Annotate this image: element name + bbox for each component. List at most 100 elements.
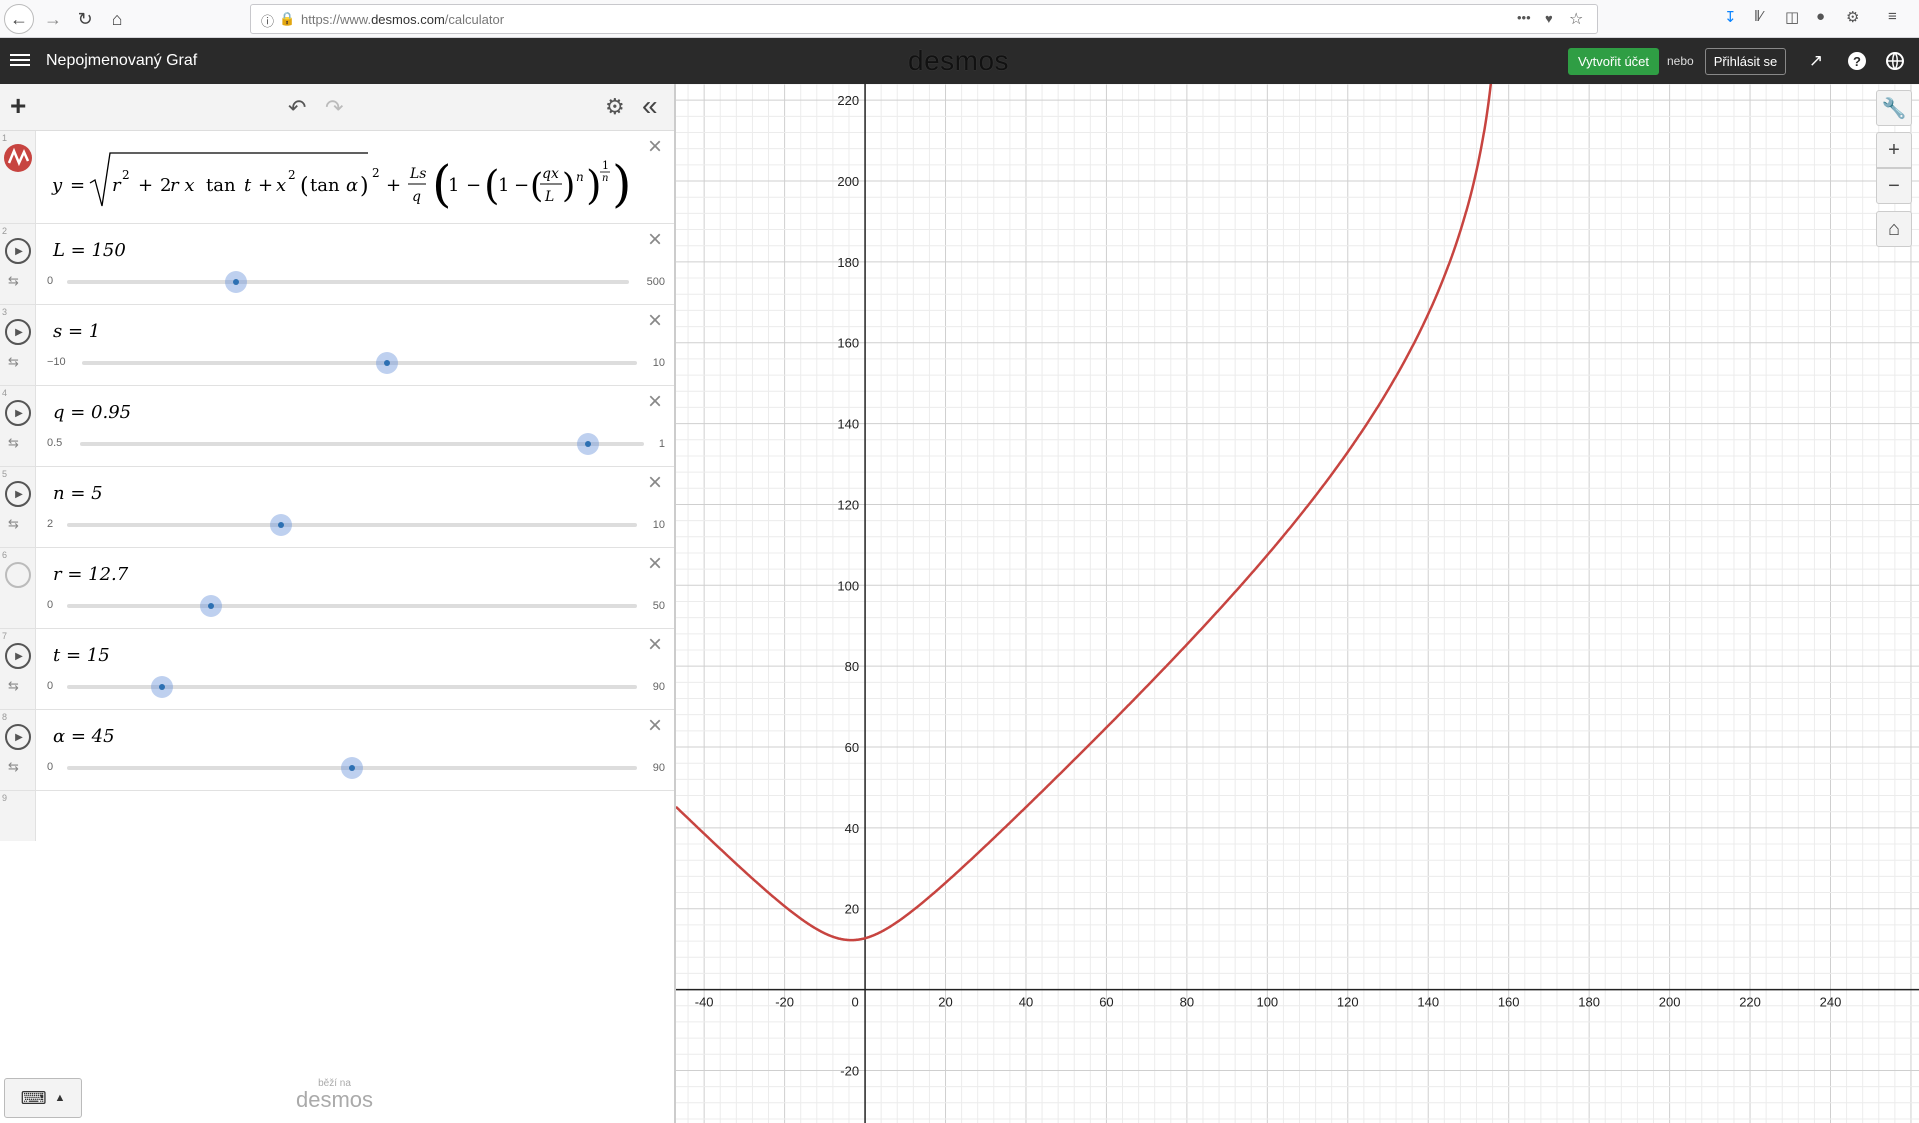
redo-icon[interactable]: ↷ [325,95,343,121]
slider-thumb[interactable] [151,676,173,698]
language-globe-icon[interactable] [1885,51,1905,71]
bookmark-star-icon[interactable]: ☆ [1569,9,1583,29]
slider-track[interactable] [80,442,644,446]
delete-expression-icon[interactable]: × [648,471,662,495]
delete-expression-icon[interactable]: × [648,309,662,333]
keyboard-toggle-button[interactable]: ⌨ ▲ [4,1078,82,1118]
slider-thumb[interactable] [341,757,363,779]
graph-paper[interactable]: -40 -20 0 20 40 60 80 100 120 140 160 180 200 220 240 2… [676,84,1919,1123]
expression-row-empty[interactable]: 9 [0,791,674,841]
info-icon[interactable]: ⓘ [261,11,274,30]
collapse-panel-icon[interactable]: « [642,90,658,122]
slider-track[interactable] [82,361,637,365]
slider-min[interactable]: 0 [47,761,53,773]
share-icon[interactable]: ↗ [1806,51,1826,71]
home-icon[interactable]: ⌂ [102,4,132,34]
powered-by[interactable]: běží na desmos [296,1078,373,1113]
delete-expression-icon[interactable]: × [648,135,662,159]
page-actions-icon[interactable]: ••• [1517,10,1531,25]
slider-thumb[interactable] [270,514,292,536]
slider-expression[interactable]: q = 0.95 [53,402,131,423]
slider-max[interactable]: 10 [625,519,665,531]
slider-expression[interactable]: α = 45 [53,726,115,747]
delete-expression-icon[interactable]: × [648,228,662,252]
settings-gear-icon[interactable]: ⚙ [605,94,625,120]
expression-row-slider-q[interactable]: 4 ▶ ⇆ × q = 0.95 0.5 1 [0,386,674,467]
slider-track[interactable] [67,604,637,608]
hidden-toggle-icon[interactable] [5,562,31,588]
back-arrow-icon[interactable]: ← [4,4,34,34]
slider-min[interactable]: 0 [47,275,53,287]
slider-min[interactable]: 0 [47,599,53,611]
expression-row-slider-r[interactable]: 6 × r = 12.7 0 50 [0,548,674,629]
zoom-out-icon[interactable]: − [1876,168,1912,204]
slider-expression[interactable]: n = 5 [53,483,103,504]
menu-icon[interactable]: ≡ [1888,8,1897,25]
slider-thumb[interactable] [577,433,599,455]
play-icon[interactable]: ▶ [5,319,31,345]
play-icon[interactable]: ▶ [5,481,31,507]
slider-thumb[interactable] [200,595,222,617]
library-icon[interactable]: ‖⁄ [1754,8,1763,25]
slider-thumb[interactable] [376,352,398,374]
slider-max[interactable]: 1 [625,438,665,450]
add-item-button[interactable]: + [10,92,26,120]
undo-icon[interactable]: ↶ [288,95,306,121]
slider-max[interactable]: 90 [625,681,665,693]
slider-max[interactable]: 10 [625,357,665,369]
hamburger-menu-icon[interactable] [10,51,30,71]
sidebar-icon[interactable]: ◫ [1785,8,1799,26]
create-account-button[interactable]: Vytvořit účet [1568,48,1659,75]
slider-track[interactable] [67,280,629,284]
slider-thumb[interactable] [225,271,247,293]
slider-max[interactable]: 50 [625,600,665,612]
expression-row-slider-t[interactable]: 7 ▶ ⇆ × t = 15 0 90 [0,629,674,710]
forward-arrow-icon[interactable]: → [38,4,68,34]
slider-expression[interactable]: L = 150 [53,240,126,261]
slider-min[interactable]: 0 [47,680,53,692]
slider-expression[interactable]: t = 15 [53,645,110,666]
expression-row-formula[interactable]: 1 × y = r2 + 2r x tan t + x2 ( tan α ) 2… [0,131,674,224]
expression-row-slider-n[interactable]: 5 ▶ ⇆ × n = 5 2 10 [0,467,674,548]
url-bar[interactable]: ⓘ 🔒 https://www.desmos.com/calculator ••… [250,4,1598,34]
graph-title[interactable]: Nepojmenovaný Graf [46,52,197,70]
expression-row-slider-L[interactable]: 2 ▶ ⇆ × L = 150 0 500 [0,224,674,305]
slider-min[interactable]: 0.5 [47,437,62,449]
expression-row-slider-s[interactable]: 3 ▶ ⇆ × s = 1 −10 10 [0,305,674,386]
slider-max[interactable]: 90 [625,762,665,774]
slider-expression[interactable]: r = 12.7 [53,564,128,585]
curve-color-icon[interactable] [3,143,33,173]
loop-icon[interactable]: ⇆ [8,759,19,775]
help-icon[interactable]: ? [1847,51,1867,71]
default-view-home-icon[interactable]: ⌂ [1876,211,1912,247]
loop-icon[interactable]: ⇆ [8,516,19,532]
play-icon[interactable]: ▶ [5,238,31,264]
pocket-icon[interactable]: ♥ [1545,11,1553,26]
slider-min[interactable]: −10 [47,356,66,368]
loop-icon[interactable]: ⇆ [8,678,19,694]
loop-icon[interactable]: ⇆ [8,354,19,370]
loop-icon[interactable]: ⇆ [8,273,19,289]
loop-icon[interactable]: ⇆ [8,435,19,451]
slider-track[interactable] [67,523,637,527]
login-button[interactable]: Přihlásit se [1705,48,1786,75]
delete-expression-icon[interactable]: × [648,552,662,576]
url-text[interactable]: https://www.desmos.com/calculator [301,12,504,27]
formula-math[interactable]: y = r2 + 2r x tan t + x2 ( tan α ) 2 + Ls … [48,139,628,219]
graph-canvas[interactable]: -40 -20 0 20 40 60 80 100 120 140 160 180 200 220 240 2… [676,84,1919,1123]
play-icon[interactable]: ▶ [5,400,31,426]
slider-expression[interactable]: s = 1 [53,321,100,342]
account-icon[interactable]: ● [1816,8,1825,25]
play-icon[interactable]: ▶ [5,643,31,669]
reload-icon[interactable]: ↻ [70,4,100,34]
wrench-icon[interactable]: 🔧 [1876,90,1912,126]
zoom-in-icon[interactable]: + [1876,132,1912,168]
slider-max[interactable]: 500 [625,276,665,288]
play-icon[interactable]: ▶ [5,724,31,750]
slider-min[interactable]: 2 [47,518,53,530]
expression-row-slider-alpha[interactable]: 8 ▶ ⇆ × α = 45 0 90 [0,710,674,791]
delete-expression-icon[interactable]: × [648,633,662,657]
delete-expression-icon[interactable]: × [648,714,662,738]
delete-expression-icon[interactable]: × [648,390,662,414]
extension-icon[interactable]: ⚙ [1846,8,1859,26]
